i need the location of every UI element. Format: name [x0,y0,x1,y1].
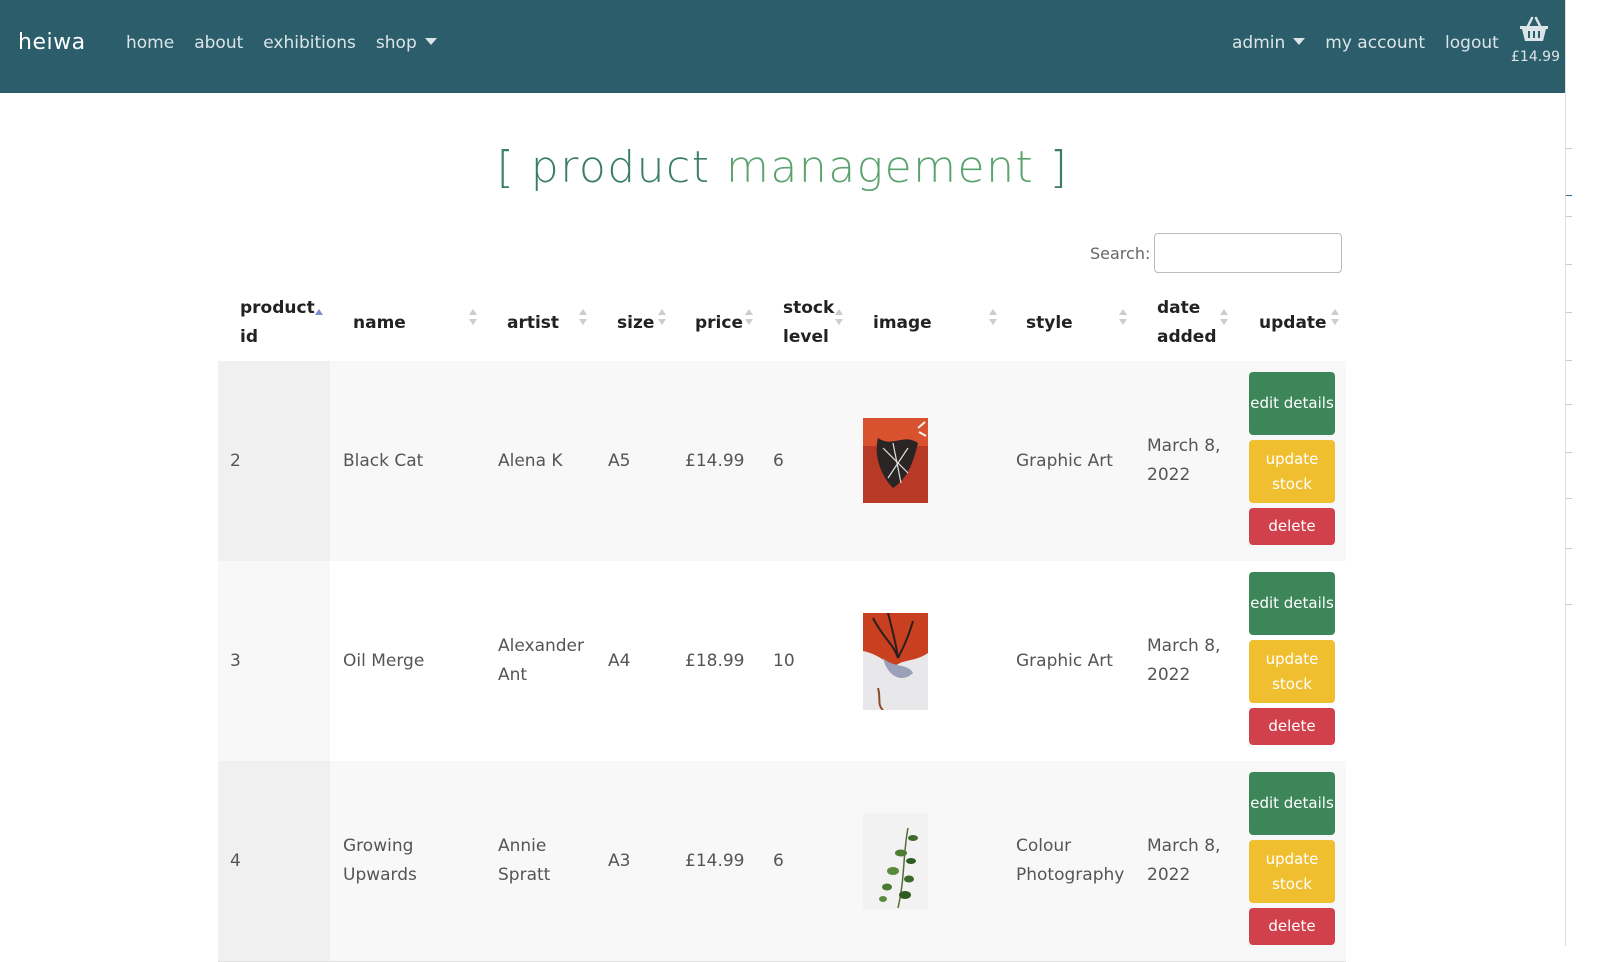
cell-artist: Alexander Ant [498,636,585,685]
update-stock-button[interactable]: update stock [1249,640,1335,703]
cell-style: Graphic Art [1016,450,1113,471]
nav-about[interactable]: about [194,33,243,53]
basket-link[interactable]: £14.99 [1511,16,1560,65]
edit-details-button[interactable]: edit details [1249,772,1335,835]
table-search: Search: [1090,233,1343,273]
nav-logout[interactable]: logout [1445,33,1499,53]
header-stock-level[interactable]: stock level [783,285,838,361]
sort-asc-icon [315,309,323,327]
cell-stock: 10 [773,650,795,671]
cell-size: A3 [608,850,631,871]
sort-icon [989,309,997,327]
product-table: product id name artist size price stock … [218,285,1346,962]
nav-admin-label: admin [1232,33,1286,53]
cell-stock: 6 [773,450,784,471]
sort-icon [1119,309,1127,327]
nav-exhibitions-label: exhibitions [263,33,356,53]
delete-button[interactable]: delete [1249,908,1335,945]
product-image[interactable] [863,613,928,710]
caret-down-icon [424,38,437,45]
product-image[interactable] [863,418,928,503]
nav-exhibitions[interactable]: exhibitions [263,33,356,53]
scroll-edge [1565,0,1607,946]
header-update[interactable]: update [1259,285,1327,361]
brand-logo[interactable]: heiwa [18,30,86,55]
cell-stock: 6 [773,850,784,871]
update-stock-button[interactable]: update stock [1249,840,1335,903]
sort-icon [835,309,843,327]
header-price[interactable]: price [695,285,743,361]
cell-size: A5 [608,450,631,471]
cell-style: Graphic Art [1016,650,1113,671]
cell-artist: Alena K [498,450,563,471]
search-label: Search: [1090,243,1151,263]
table-row: 4 Growing Upwards Annie Spratt A3 £14.99… [218,761,1346,962]
cell-id: 4 [230,850,241,871]
basket-icon [1520,16,1548,41]
cell-id: 3 [230,650,241,671]
sort-icon [1331,309,1339,327]
caret-down-icon [1293,38,1306,45]
basket-total: £14.99 [1511,49,1560,65]
header-style[interactable]: style [1026,285,1073,361]
account-nav: admin my account logout [1232,33,1519,53]
cell-size: A4 [608,650,631,671]
cell-date: March 8, 2022 [1147,636,1221,685]
product-image[interactable] [863,813,928,910]
edit-details-button[interactable]: edit details [1249,372,1335,435]
nav-home-label: home [126,33,175,53]
header-size[interactable]: size [617,285,654,361]
delete-button[interactable]: delete [1249,708,1335,745]
header-name[interactable]: name [353,285,406,361]
cell-artist: Annie Spratt [498,836,551,885]
cell-name: Black Cat [343,450,424,471]
nav-shop-dropdown[interactable]: shop [376,33,437,53]
table-row: 3 Oil Merge Alexander Ant A4 £18.99 10 G… [218,561,1346,762]
delete-button[interactable]: delete [1249,508,1335,545]
nav-my-account-label: my account [1325,33,1426,53]
sort-icon [658,309,666,327]
cell-price: £14.99 [685,450,745,471]
page-title: [ product management ] [0,142,1565,193]
sort-icon [579,309,587,327]
nav-home[interactable]: home [126,33,174,53]
header-artist[interactable]: artist [507,285,559,361]
title-accent: management [726,142,1035,193]
sort-icon [469,309,477,327]
header-date-added[interactable]: date added [1157,285,1217,361]
title-bracket-open: [ [496,142,516,193]
title-bracket-close: ] [1049,142,1069,193]
sort-icon [745,309,753,327]
nav-admin-dropdown[interactable]: admin [1232,33,1306,53]
header-product-id[interactable]: product id [240,285,315,361]
cell-date: March 8, 2022 [1147,836,1221,885]
cell-name: Oil Merge [343,650,425,671]
nav-logout-label: logout [1445,33,1499,53]
cell-id: 2 [230,450,241,471]
edit-details-button[interactable]: edit details [1249,572,1335,635]
sort-icon [1220,309,1228,327]
cell-price: £14.99 [685,850,745,871]
title-main: product [530,142,711,193]
nav-shop-label: shop [375,33,417,53]
table-header: product id name artist size price stock … [218,285,1346,362]
nav-about-label: about [194,33,244,53]
cell-price: £18.99 [685,650,745,671]
navbar: heiwa home about exhibitions shop admin … [0,0,1565,93]
update-stock-button[interactable]: update stock [1249,440,1335,503]
header-image[interactable]: image [873,285,932,361]
main-nav: home about exhibitions shop [126,33,457,53]
nav-my-account[interactable]: my account [1325,33,1425,53]
search-input[interactable] [1154,233,1343,273]
cell-style: Colour Photography [1016,836,1125,885]
cell-date: March 8, 2022 [1147,436,1221,485]
cell-name: Growing Upwards [343,836,417,885]
table-row: 2 Black Cat Alena K A5 £14.99 6 Graphic … [218,361,1346,562]
